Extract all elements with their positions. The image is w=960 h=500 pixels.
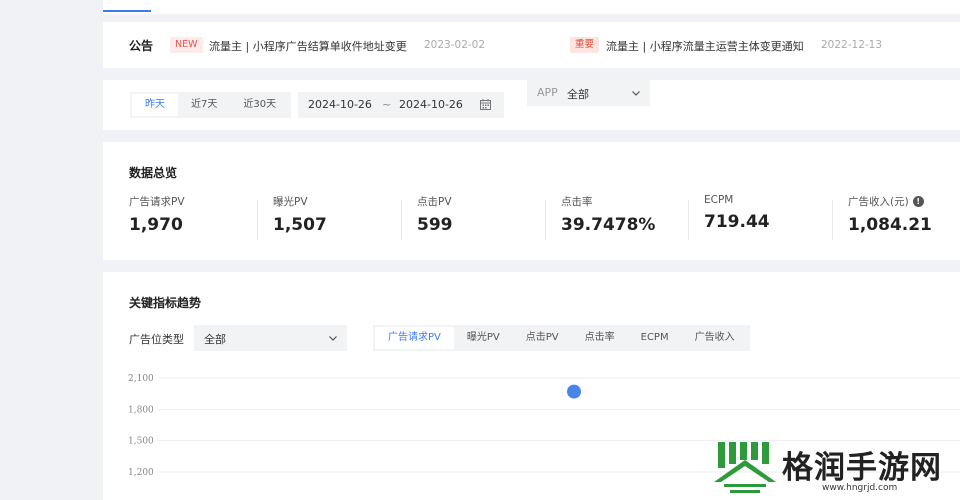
- y-tick-label: 1,200: [128, 468, 154, 478]
- calendar-icon: [480, 99, 491, 110]
- y-tick-label: 2,100: [128, 374, 154, 384]
- metric-click-rate: 点击率 39.7478%: [561, 194, 701, 235]
- date-separator: ~: [382, 98, 392, 111]
- notice-badge-important: 重要: [570, 37, 600, 53]
- metric-value: 719.44: [704, 212, 770, 232]
- notice-date-1: 2023-02-02: [424, 39, 486, 51]
- metric-divider: [401, 200, 402, 240]
- metric-value: 39.7478%: [561, 215, 656, 235]
- app-select-label: APP: [537, 86, 558, 99]
- metric-divider: [545, 200, 546, 240]
- y-tick-label: 1,500: [128, 437, 154, 447]
- metric-value: 599: [417, 215, 453, 235]
- notice-bar: 公告 NEW 流量主 | 小程序广告结算单收件地址变更 2023-02-02 重…: [103, 22, 960, 68]
- metric-exposure-pv: 曝光PV 1,507: [273, 194, 413, 235]
- site-watermark: 格润手游网 www.hngrjd.com: [712, 438, 960, 500]
- metric-value: 1,507: [273, 215, 327, 235]
- app-select-value: 全部: [567, 88, 589, 101]
- metric-label: 点击率: [561, 196, 593, 208]
- notice-link-1[interactable]: 流量主 | 小程序广告结算单收件地址变更: [209, 38, 407, 54]
- date-range-picker[interactable]: 2024-10-26 ~ 2024-10-26: [298, 92, 504, 118]
- notice-badge-new: NEW: [170, 37, 203, 53]
- metric-label: 广告收入(元) !: [848, 194, 960, 209]
- metric-value: 1,084.21: [848, 215, 932, 235]
- active-tab-underline: [103, 10, 151, 12]
- watermark-url: www.hngrjd.com: [822, 483, 898, 493]
- date-range-tabs: 昨天 近7天 近30天: [130, 92, 292, 118]
- app-select[interactable]: APP 全部: [527, 80, 650, 106]
- range-tab-7days[interactable]: 近7天: [178, 94, 230, 116]
- site-logo-icon: [714, 442, 776, 493]
- metric-divider: [832, 200, 833, 240]
- y-tick-label: 1,800: [128, 405, 154, 415]
- notice-label: 公告: [129, 39, 154, 53]
- metric-label: 点击PV: [417, 196, 452, 208]
- metric-ad-request-pv: 广告请求PV 1,970: [129, 194, 269, 235]
- metric-label: ECPM: [704, 194, 734, 206]
- data-point[interactable]: [567, 384, 581, 399]
- info-icon[interactable]: !: [912, 196, 924, 207]
- watermark-text: 格润手游网: [782, 450, 942, 486]
- date-end: 2024-10-26: [399, 98, 463, 111]
- metric-value: 1,970: [129, 215, 183, 235]
- metric-ad-revenue: 广告收入(元) ! 1,084.21: [848, 194, 960, 235]
- filter-bar: 昨天 近7天 近30天 2024-10-26 ~ 2024-10-26 APP …: [103, 80, 960, 130]
- metric-label: 广告请求PV: [129, 196, 185, 208]
- metric-divider: [257, 200, 258, 240]
- metric-divider: [688, 200, 689, 240]
- notice-link-2[interactable]: 流量主 | 小程序流量主运营主体变更通知: [606, 38, 804, 54]
- metric-ecpm: ECPM 719.44: [704, 194, 844, 232]
- top-tab-strip: [103, 0, 960, 14]
- metric-label-text: 广告收入(元): [848, 196, 909, 208]
- overview-title: 数据总览: [129, 166, 178, 180]
- date-start: 2024-10-26: [308, 98, 372, 111]
- metric-label: 曝光PV: [273, 196, 308, 208]
- chevron-down-icon: [632, 91, 640, 96]
- range-tab-yesterday[interactable]: 昨天: [132, 94, 178, 116]
- data-overview-panel: 数据总览 广告请求PV 1,970 曝光PV 1,507 点击PV 599 点击…: [103, 142, 960, 260]
- metric-click-pv: 点击PV 599: [417, 194, 557, 235]
- notice-date-2: 2022-12-13: [821, 39, 883, 51]
- range-tab-30days[interactable]: 近30天: [230, 94, 289, 116]
